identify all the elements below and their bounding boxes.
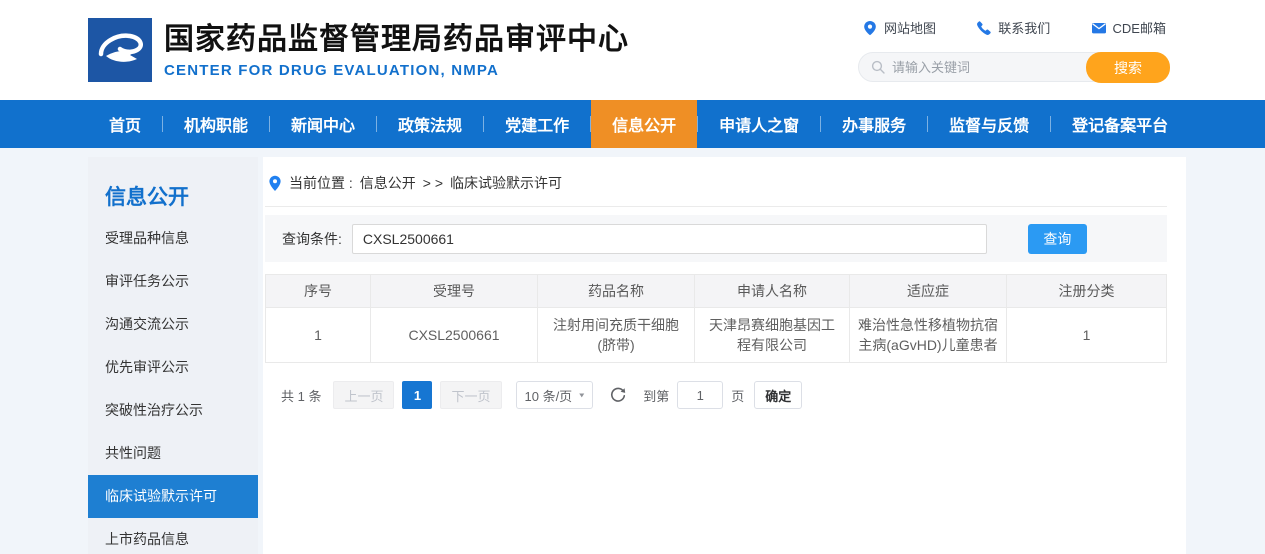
sidebar-item-clinical-trial-implied-license[interactable]: 临床试验默示许可 — [88, 475, 258, 518]
table-header-row: 序号 受理号 药品名称 申请人名称 适应症 注册分类 — [266, 275, 1167, 308]
quick-link-contact[interactable]: 联系我们 — [976, 18, 1050, 37]
query-button[interactable]: 查询 — [1028, 224, 1087, 254]
chevron-down-icon: ▾ — [579, 391, 584, 400]
quick-link-label: 网站地图 — [884, 18, 936, 37]
cell-acceptance-no: CXSL2500661 — [371, 308, 538, 363]
page-number-button[interactable]: 1 — [402, 381, 432, 409]
goto-page-input[interactable] — [677, 381, 723, 409]
header-right: 网站地图 联系我们 CDE邮箱 搜索 — [858, 18, 1170, 82]
goto-label: 到第 — [643, 386, 669, 405]
nav-item-functions[interactable]: 机构职能 — [163, 100, 269, 148]
header-search-button[interactable]: 搜索 — [1086, 52, 1170, 83]
mail-icon — [1091, 20, 1107, 36]
quick-link-label: CDE邮箱 — [1113, 18, 1166, 37]
cell-indication: 难治性急性移植物抗宿主病(aGvHD)儿童患者 — [850, 308, 1007, 363]
breadcrumb-separator: > > — [423, 175, 443, 191]
nav-item-info-disclosure[interactable]: 信息公开 — [591, 100, 697, 148]
nav-item-applicant-window[interactable]: 申请人之窗 — [698, 100, 820, 148]
quick-link-mailbox[interactable]: CDE邮箱 — [1091, 18, 1166, 37]
location-pin-icon — [268, 175, 282, 192]
location-pin-icon — [862, 20, 878, 36]
pagination: 共 1 条 上一页 1 下一页 10 条/页 ▾ 到第 页 确定 — [281, 381, 1167, 409]
breadcrumb-prefix: 当前位置 : — [289, 173, 353, 193]
cell-registration-class: 1 — [1007, 308, 1167, 363]
search-icon — [871, 60, 885, 74]
sidebar-item-review-tasks[interactable]: 审评任务公示 — [88, 260, 258, 303]
logo-block: 国家药品监督管理局药品审评中心 CENTER FOR DRUG EVALUATI… — [88, 18, 629, 82]
query-bar: 查询条件: 查询 — [265, 215, 1167, 262]
column-header-registration-class: 注册分类 — [1007, 275, 1167, 308]
sidebar-item-accepted-varieties[interactable]: 受理品种信息 — [88, 217, 258, 260]
confirm-button[interactable]: 确定 — [754, 381, 802, 409]
nav-item-policy[interactable]: 政策法规 — [377, 100, 483, 148]
column-header-indication: 适应症 — [850, 275, 1007, 308]
column-header-applicant: 申请人名称 — [695, 275, 850, 308]
page-size-value: 10 条/页 — [525, 386, 573, 405]
sidebar-item-marketed-drugs[interactable]: 上市药品信息 — [88, 518, 258, 554]
nav-item-services[interactable]: 办事服务 — [821, 100, 927, 148]
column-header-acceptance-no: 受理号 — [371, 275, 538, 308]
nav-item-party[interactable]: 党建工作 — [484, 100, 590, 148]
nav-item-news[interactable]: 新闻中心 — [270, 100, 376, 148]
site-subtitle: CENTER FOR DRUG EVALUATION, NMPA — [164, 62, 629, 79]
quick-links: 网站地图 联系我们 CDE邮箱 — [858, 18, 1170, 37]
breadcrumb: 当前位置 : 信息公开 > > 临床试验默示许可 — [265, 165, 1167, 207]
cell-drug-name: 注射用间充质干细胞(脐带) — [538, 308, 695, 363]
nav-item-registration-platform[interactable]: 登记备案平台 — [1051, 100, 1189, 148]
keyword-search-input[interactable] — [892, 60, 1079, 75]
quick-link-sitemap[interactable]: 网站地图 — [862, 18, 936, 37]
cde-logo-icon — [88, 18, 152, 82]
content-area: 信息公开 受理品种信息 审评任务公示 沟通交流公示 优先审评公示 突破性治疗公示… — [0, 148, 1265, 554]
sidebar-item-communication[interactable]: 沟通交流公示 — [88, 303, 258, 346]
pagination-total: 共 1 条 — [281, 386, 321, 405]
site-header: 国家药品监督管理局药品审评中心 CENTER FOR DRUG EVALUATI… — [0, 0, 1265, 100]
query-condition-input[interactable] — [352, 224, 987, 254]
prev-page-button[interactable]: 上一页 — [333, 381, 394, 409]
table-row: 1 CXSL2500661 注射用间充质干细胞(脐带) 天津昂赛细胞基因工程有限… — [266, 308, 1167, 363]
column-header-seq: 序号 — [266, 275, 371, 308]
query-label: 查询条件: — [282, 229, 342, 249]
breadcrumb-current[interactable]: 临床试验默示许可 — [450, 173, 562, 193]
breadcrumb-section[interactable]: 信息公开 — [360, 173, 416, 193]
nav-item-supervision[interactable]: 监督与反馈 — [928, 100, 1050, 148]
next-page-button[interactable]: 下一页 — [440, 381, 501, 409]
keyword-search-bar: 搜索 — [858, 52, 1170, 82]
sidebar: 信息公开 受理品种信息 审评任务公示 沟通交流公示 优先审评公示 突破性治疗公示… — [88, 157, 258, 554]
main-panel: 当前位置 : 信息公开 > > 临床试验默示许可 查询条件: 查询 序号 受理号… — [263, 157, 1186, 554]
quick-link-label: 联系我们 — [998, 18, 1050, 37]
results-table: 序号 受理号 药品名称 申请人名称 适应症 注册分类 1 CXSL2500661… — [265, 274, 1167, 363]
column-header-drug-name: 药品名称 — [538, 275, 695, 308]
cell-applicant: 天津昂赛细胞基因工程有限公司 — [695, 308, 850, 363]
refresh-icon[interactable] — [609, 386, 627, 404]
main-nav: 首页 机构职能 新闻中心 政策法规 党建工作 信息公开 申请人之窗 办事服务 监… — [0, 100, 1265, 148]
sidebar-item-priority-review[interactable]: 优先审评公示 — [88, 346, 258, 389]
nav-item-home[interactable]: 首页 — [88, 100, 162, 148]
page-unit-label: 页 — [731, 386, 744, 405]
page-size-select[interactable]: 10 条/页 ▾ — [516, 381, 594, 409]
logo-text: 国家药品监督管理局药品审评中心 CENTER FOR DRUG EVALUATI… — [164, 22, 629, 79]
cell-seq: 1 — [266, 308, 371, 363]
sidebar-title: 信息公开 — [88, 157, 258, 217]
sidebar-item-breakthrough-therapy[interactable]: 突破性治疗公示 — [88, 389, 258, 432]
site-title: 国家药品监督管理局药品审评中心 — [164, 22, 629, 58]
sidebar-item-common-issues[interactable]: 共性问题 — [88, 432, 258, 475]
phone-icon — [976, 20, 992, 36]
